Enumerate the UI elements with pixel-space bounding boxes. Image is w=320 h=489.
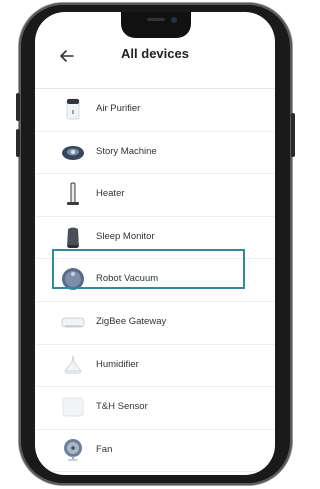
device-label: Sleep Monitor <box>96 230 155 242</box>
device-label: ZigBee Gateway <box>96 315 167 327</box>
device-label: Air Purifier <box>96 103 141 114</box>
sleep-monitor-icon <box>61 225 85 249</box>
device-item-story-machine[interactable]: Story Machine <box>35 132 275 175</box>
device-label: Story Machine <box>96 145 157 157</box>
page-header: All devices <box>35 38 275 88</box>
volume-down-button <box>16 129 20 157</box>
th-sensor-icon <box>61 395 85 419</box>
device-label: Fan <box>96 443 113 455</box>
power-button <box>291 113 295 157</box>
device-item-th-sensor[interactable]: T&H Sensor <box>35 387 275 430</box>
volume-up-button <box>16 93 20 121</box>
device-item-zigbee-gateway[interactable]: ZigBee Gateway <box>35 302 275 345</box>
device-item-heater[interactable]: Heater <box>35 174 275 217</box>
page-title: All devices <box>121 46 189 61</box>
device-label: Humidifier <box>96 358 139 370</box>
air-purifier-icon <box>61 97 85 121</box>
humidifier-icon <box>61 353 85 377</box>
robot-vacuum-highlight <box>52 249 245 289</box>
app-screen: All devices Air Purifier Story Machine H… <box>35 12 275 475</box>
front-camera <box>171 17 177 23</box>
device-label: Heater <box>96 188 125 200</box>
heater-icon <box>61 182 85 206</box>
device-item-fan[interactable]: Fan <box>35 430 275 473</box>
phone-notch <box>121 12 191 38</box>
zigbee-gateway-icon <box>61 310 85 334</box>
device-item-air-purifier[interactable]: Air Purifier <box>35 89 275 132</box>
device-label: T&H Sensor <box>96 401 148 413</box>
story-machine-icon <box>61 140 85 164</box>
device-item-humidifier[interactable]: Humidifier <box>35 345 275 388</box>
fan-icon <box>61 438 85 462</box>
speaker-grille <box>147 18 165 21</box>
